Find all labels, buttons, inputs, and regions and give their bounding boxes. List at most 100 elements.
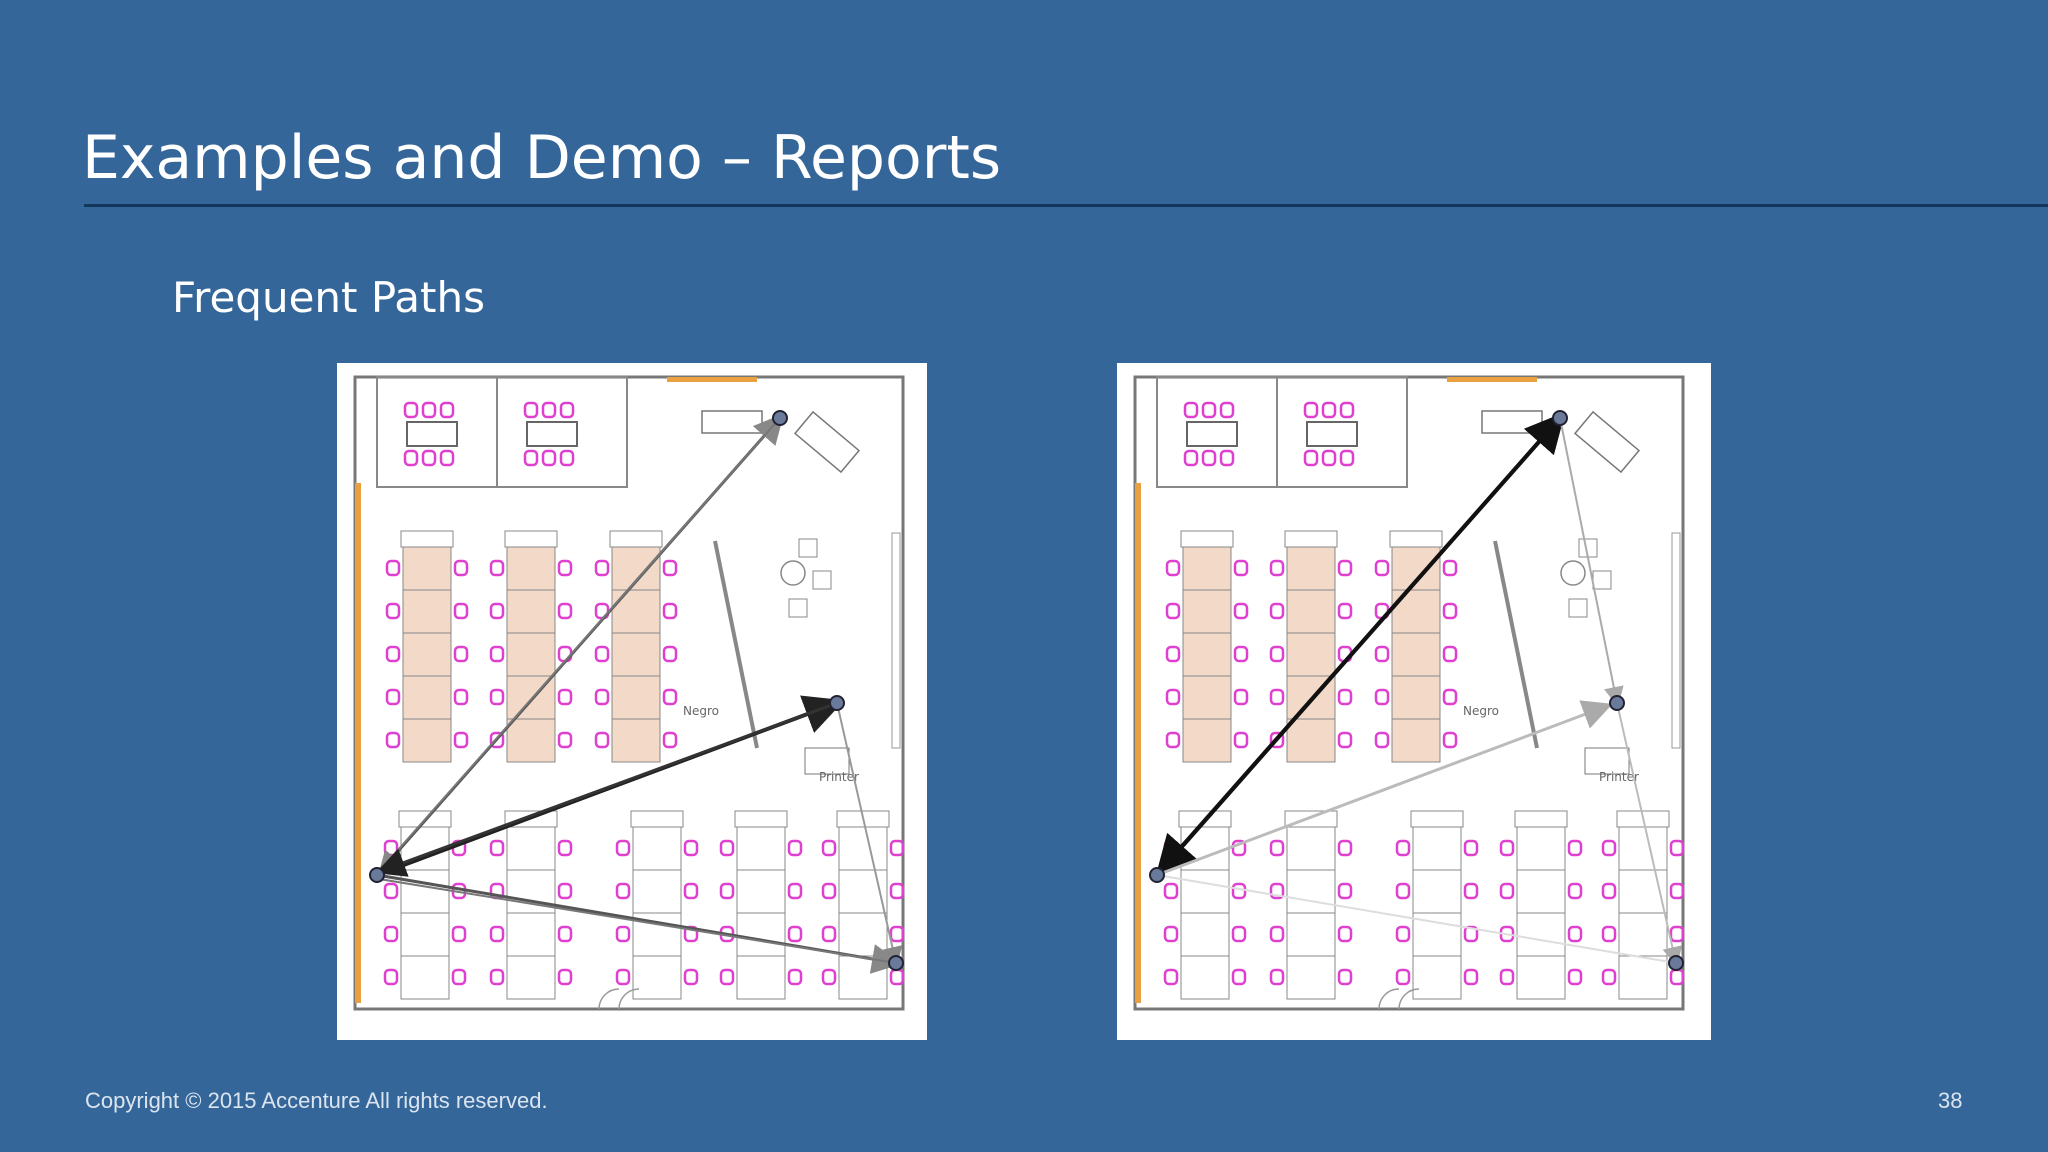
box (1568, 598, 1588, 618)
chair-icon (489, 602, 505, 620)
desk-header (1284, 530, 1338, 548)
chair-icon (662, 688, 678, 706)
desk (1412, 869, 1462, 914)
chair-icon (1374, 559, 1390, 577)
chair-icon (557, 731, 573, 749)
desk (1180, 955, 1230, 1000)
chair-icon (559, 449, 575, 467)
chair-icon (453, 559, 469, 577)
meeting-table (1306, 421, 1358, 447)
chair-icon (489, 645, 505, 663)
floorplan-right-svg: Negro Printer (1133, 375, 1685, 1011)
desk (402, 546, 452, 591)
desk (1286, 589, 1336, 634)
meeting-room (1276, 376, 1408, 488)
chair-icon (1395, 968, 1411, 986)
desk (838, 912, 888, 957)
box (1592, 570, 1612, 590)
chair-icon (594, 645, 610, 663)
desk (1412, 955, 1462, 1000)
wall-accent (355, 483, 361, 1003)
chair-icon (1231, 968, 1247, 986)
chair-icon (383, 968, 399, 986)
desk (838, 826, 888, 871)
chair-icon (451, 968, 467, 986)
path-node (1668, 955, 1684, 971)
desk (1286, 955, 1336, 1000)
chair-icon (1442, 688, 1458, 706)
chair-icon (383, 925, 399, 943)
desk-header (1514, 810, 1568, 828)
chair-icon (1337, 968, 1353, 986)
desk (632, 869, 682, 914)
chair-icon (439, 449, 455, 467)
desk (1412, 826, 1462, 871)
desk (1182, 718, 1232, 763)
meeting-table (526, 421, 578, 447)
chair-icon (1442, 602, 1458, 620)
chair-icon (1219, 449, 1235, 467)
desk (632, 826, 682, 871)
chair-icon (1269, 839, 1285, 857)
chair-icon (1163, 882, 1179, 900)
desk (506, 546, 556, 591)
chair-icon (385, 731, 401, 749)
chair-icon (1321, 449, 1337, 467)
chair-icon (1499, 882, 1515, 900)
chair-icon (385, 688, 401, 706)
meeting-room (496, 376, 628, 488)
chair-icon (594, 688, 610, 706)
chair-icon (1395, 925, 1411, 943)
desk-header (1410, 810, 1464, 828)
chair-icon (662, 559, 678, 577)
desk (506, 826, 556, 871)
chair-icon (662, 602, 678, 620)
chair-icon (1339, 449, 1355, 467)
chair-icon (821, 882, 837, 900)
chair-icon (683, 839, 699, 857)
desk (1391, 632, 1441, 677)
chair-icon (1567, 925, 1583, 943)
meeting-room (1156, 376, 1278, 488)
desk (1618, 955, 1668, 1000)
chair-icon (1463, 882, 1479, 900)
chair-icon (821, 839, 837, 857)
box (788, 598, 808, 618)
chair-icon (1321, 401, 1337, 419)
chair-icon (1269, 645, 1285, 663)
chair-icon (1269, 925, 1285, 943)
chair-icon (1165, 559, 1181, 577)
chair-icon (615, 882, 631, 900)
chair-icon (615, 968, 631, 986)
chair-icon (1339, 401, 1355, 419)
chair-icon (1395, 839, 1411, 857)
desk (400, 912, 450, 957)
chair-icon (1201, 401, 1217, 419)
chair-icon (1499, 839, 1515, 857)
chair-icon (453, 731, 469, 749)
chair-icon (421, 401, 437, 419)
floorplan-image-right: Negro Printer (1117, 363, 1711, 1040)
desk (506, 955, 556, 1000)
chair-icon (821, 925, 837, 943)
chair-icon (557, 688, 573, 706)
desk (736, 912, 786, 957)
floorplan-left-svg: Negro Printer (353, 375, 905, 1011)
desk (1391, 675, 1441, 720)
chair-icon (594, 559, 610, 577)
section-subtitle: Frequent Paths (172, 273, 485, 322)
chair-icon (421, 449, 437, 467)
desk (400, 869, 450, 914)
desk (1286, 826, 1336, 871)
chair-icon (489, 968, 505, 986)
chair-icon (1669, 882, 1685, 900)
desk (1286, 632, 1336, 677)
path-node (1609, 695, 1625, 711)
chair-icon (1374, 645, 1390, 663)
desk (402, 589, 452, 634)
chair-icon (1567, 839, 1583, 857)
desk (1391, 589, 1441, 634)
partition (1493, 540, 1539, 749)
chair-icon (615, 925, 631, 943)
side-counter (1671, 532, 1681, 749)
